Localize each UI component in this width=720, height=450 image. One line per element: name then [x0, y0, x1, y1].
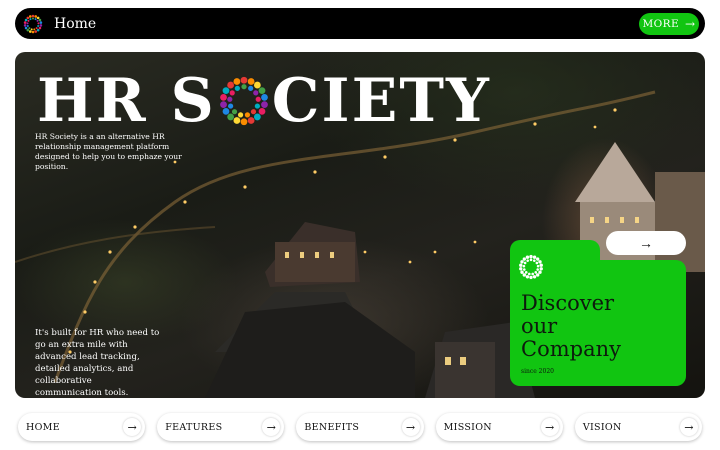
arrow-right-icon: →: [540, 418, 559, 436]
nav-item-label: FEATURES: [165, 421, 223, 433]
card-arrow-button[interactable]: →: [606, 231, 686, 255]
dot-ring-logo-icon: [519, 254, 543, 280]
more-button-label: MORE: [642, 17, 680, 30]
dot-ring-logo-icon: [219, 76, 268, 126]
nav-item-label: BENEFITS: [304, 421, 360, 433]
arrow-right-icon: →: [639, 235, 653, 251]
hero-banner: HR S CIETY HR Society is a an alternativ…: [15, 52, 705, 398]
arrow-right-icon: →: [685, 16, 696, 31]
nav-item-home[interactable]: HOME →: [18, 413, 146, 441]
arrow-right-icon: →: [123, 418, 142, 436]
page-title[interactable]: Home: [54, 16, 96, 32]
nav-item-benefits[interactable]: BENEFITS →: [296, 413, 424, 441]
card-title: Discover our Company: [521, 292, 621, 361]
brand-title-end: CIETY: [271, 66, 491, 136]
more-button[interactable]: MORE →: [639, 12, 699, 35]
nav-item-label: HOME: [26, 421, 60, 433]
arrow-right-icon: →: [262, 418, 281, 436]
nav-item-mission[interactable]: MISSION →: [435, 413, 563, 441]
arrow-right-icon: →: [401, 418, 420, 436]
brand-title-start: HR S: [37, 66, 216, 136]
card-title-line: our: [521, 314, 558, 338]
dot-ring-logo-icon[interactable]: [23, 14, 43, 34]
intro-text: HR Society is a an alternative HR relati…: [35, 132, 182, 171]
since-label: since 2020: [521, 368, 554, 375]
feature-text: It's built for HR who need to go an extr…: [35, 328, 160, 398]
discover-company-card[interactable]: Discover our Company since 2020: [510, 254, 686, 386]
arrow-right-icon: →: [680, 418, 699, 436]
card-title-line: Discover: [521, 291, 615, 315]
nav-item-vision[interactable]: VISION →: [574, 413, 703, 441]
brand-title: HR S CIETY: [37, 66, 491, 136]
nav-item-label: VISION: [582, 421, 622, 433]
card-title-line: Company: [521, 337, 621, 361]
nav-item-features[interactable]: FEATURES →: [157, 413, 285, 441]
bottom-nav: HOME → FEATURES → BENEFITS → MISSION → V…: [18, 413, 703, 441]
nav-item-label: MISSION: [443, 421, 492, 433]
top-bar: Home MORE →: [15, 8, 705, 39]
